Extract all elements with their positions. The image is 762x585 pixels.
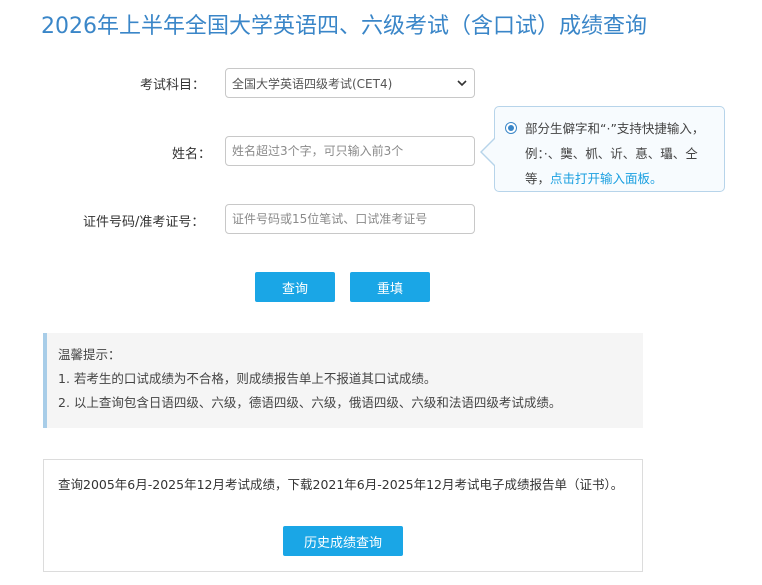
- subject-label: 考试科目：: [140, 78, 206, 93]
- name-label: 姓名：: [172, 147, 212, 162]
- id-input[interactable]: [225, 204, 475, 234]
- chevron-down-icon: [457, 80, 467, 87]
- open-input-panel-link[interactable]: 点击打开输入面板。: [550, 171, 663, 186]
- query-button[interactable]: 查询: [255, 272, 335, 302]
- notice-item-2: 2. 以上查询包含日语四级、六级，德语四级、六级，俄语四级、六级和法语四级考试成…: [58, 395, 562, 410]
- history-query-button[interactable]: 历史成绩查询: [283, 526, 403, 556]
- subject-select[interactable]: 全国大学英语四级考试(CET4): [225, 68, 475, 98]
- reset-button[interactable]: 重填: [350, 272, 430, 302]
- subject-select-value: 全国大学英语四级考试(CET4): [232, 76, 393, 91]
- input-tip-box: 部分生僻字和“·”支持快捷输入，例：·、龑、枛、䜣、惪、瓃、仝等，点击打开输入面…: [494, 106, 725, 192]
- page-title: 2026年上半年全国大学英语四、六级考试（含口试）成绩查询: [41, 14, 647, 39]
- notice-box: 温馨提示： 1. 若考生的口试成绩为不合格，则成绩报告单上不报道其口试成绩。 2…: [43, 333, 643, 428]
- id-label: 证件号码/准考证号：: [83, 215, 205, 230]
- tip-arrow-inner: [482, 139, 495, 165]
- notice-item-1: 1. 若考生的口试成绩为不合格，则成绩报告单上不报道其口试成绩。: [58, 371, 437, 386]
- history-text: 查询2005年6月-2025年12月考试成绩，下载2021年6月-2025年12…: [58, 477, 624, 492]
- name-input[interactable]: [225, 136, 475, 166]
- radio-selected-icon: [505, 122, 517, 134]
- notice-heading: 温馨提示：: [58, 347, 121, 362]
